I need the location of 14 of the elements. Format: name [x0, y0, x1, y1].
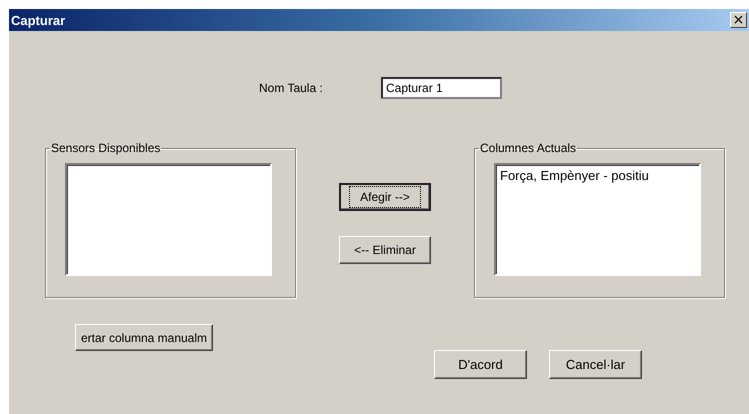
window-title: Capturar: [11, 12, 66, 28]
move-button[interactable]: <-- Eliminar: [339, 236, 431, 264]
name-field[interactable]: Capturar 1: [381, 77, 502, 99]
move-button[interactable]: Afegir -->: [339, 183, 431, 211]
group-title: Sensors Disponibles: [50, 141, 162, 155]
group-title: Columnes Actuals: [479, 141, 578, 155]
list-box[interactable]: [65, 163, 272, 276]
list-item[interactable]: Força, Empènyer - positiu: [500, 168, 695, 183]
dialog-button[interactable]: D'acord: [434, 350, 527, 379]
close-button[interactable]: ×: [730, 12, 747, 28]
field-label: Nom Taula :: [259, 81, 324, 95]
add-column-button[interactable]: ertar columna manualm: [75, 324, 213, 351]
list-box[interactable]: Força, Empènyer - positiu: [494, 163, 701, 276]
dialog-button[interactable]: Cancel·lar: [549, 350, 642, 379]
